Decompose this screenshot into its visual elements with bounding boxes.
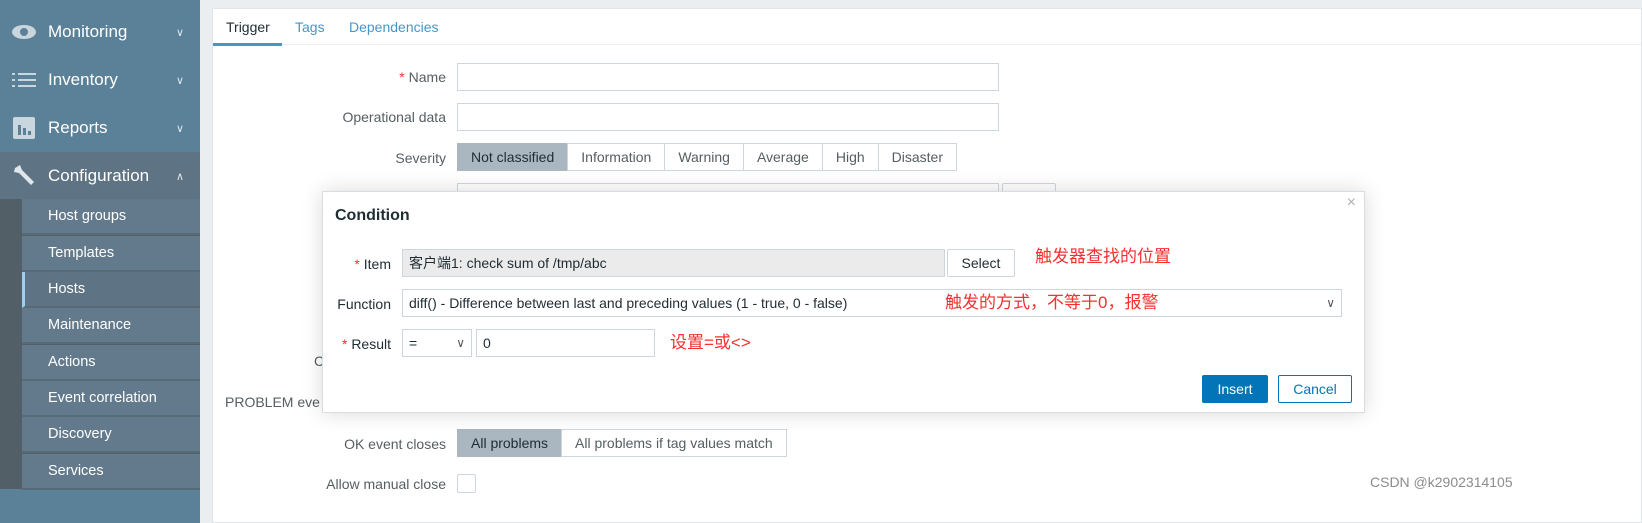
menu-reports[interactable]: Reports ∨ xyxy=(0,104,200,152)
bar-chart-icon xyxy=(0,117,48,139)
result-label: * Result xyxy=(341,336,391,352)
severity-selector: Not classified Information Warning Avera… xyxy=(457,143,957,171)
allow-manual-close-label: Allow manual close xyxy=(326,476,446,492)
annotation-item: 触发器查找的位置 xyxy=(1035,247,1171,266)
name-label: * Name xyxy=(399,69,446,85)
chevron-down-icon: ∨ xyxy=(175,26,184,39)
item-input[interactable]: 客户端1: check sum of /tmp/abc xyxy=(402,249,945,277)
tab-tags[interactable]: Tags xyxy=(295,19,325,35)
result-operator-select[interactable]: = ∨ xyxy=(402,329,472,357)
close-icon[interactable]: × xyxy=(1347,194,1356,212)
insert-button[interactable]: Insert xyxy=(1202,375,1268,403)
operational-data-label: Operational data xyxy=(342,109,446,125)
allow-manual-close-checkbox[interactable] xyxy=(457,474,476,493)
name-input[interactable] xyxy=(457,63,999,91)
list-icon xyxy=(0,73,48,87)
sidebar-item-templates[interactable]: Templates xyxy=(22,236,200,272)
watermark: CSDN @k2902314105 xyxy=(1370,474,1513,490)
severity-disaster[interactable]: Disaster xyxy=(877,143,957,171)
sidebar-item-discovery[interactable]: Discovery xyxy=(22,417,200,453)
problem-event-label: PROBLEM eve xyxy=(225,394,320,410)
chevron-down-icon: ∨ xyxy=(175,74,184,87)
result-value-input[interactable]: 0 xyxy=(476,329,655,357)
menu-configuration[interactable]: Configuration ∧ xyxy=(0,152,200,200)
severity-warning[interactable]: Warning xyxy=(664,143,744,171)
sidebar-item-host-groups[interactable]: Host groups xyxy=(22,199,200,235)
annotation-result: 设置=或<> xyxy=(670,333,751,352)
menu-inventory[interactable]: Inventory ∨ xyxy=(0,56,200,104)
tab-bar: Trigger Tags Dependencies xyxy=(213,9,1641,46)
tab-trigger[interactable]: Trigger xyxy=(226,19,270,35)
option-all-problems[interactable]: All problems xyxy=(457,429,563,457)
sidebar-item-actions[interactable]: Actions xyxy=(22,345,200,381)
chevron-up-icon: ∧ xyxy=(175,170,184,183)
sidebar-item-services[interactable]: Services xyxy=(22,454,200,490)
severity-not-classified[interactable]: Not classified xyxy=(457,143,569,171)
sidebar-item-event-correlation[interactable]: Event correlation xyxy=(22,381,200,417)
chevron-down-icon: ∨ xyxy=(175,122,184,135)
ok-event-closes-selector: All problems All problems if tag values … xyxy=(457,429,787,457)
chevron-down-icon: ∨ xyxy=(1326,296,1335,310)
sidebar-item-hosts[interactable]: Hosts xyxy=(22,272,200,308)
chevron-down-icon: ∨ xyxy=(456,336,465,350)
function-select[interactable]: diff() - Difference between last and pre… xyxy=(402,289,1342,317)
sidebar: Monitoring ∨ Inventory ∨ Reports ∨ Configur… xyxy=(0,0,200,523)
operational-data-input[interactable] xyxy=(457,103,999,131)
cancel-button[interactable]: Cancel xyxy=(1278,375,1352,403)
condition-dialog: Condition × * Item 客户端1: check sum of /t… xyxy=(322,191,1365,413)
eye-icon xyxy=(0,24,48,40)
function-label: Function xyxy=(337,296,391,312)
active-tab-indicator xyxy=(213,43,282,46)
severity-label: Severity xyxy=(395,150,446,166)
option-tag-values-match[interactable]: All problems if tag values match xyxy=(561,429,787,457)
annotation-function: 触发的方式，不等于0，报警 xyxy=(945,293,1159,312)
wrench-icon xyxy=(0,164,48,188)
ok-event-closes-label: OK event closes xyxy=(344,436,446,452)
severity-average[interactable]: Average xyxy=(742,143,823,171)
sidebar-item-maintenance[interactable]: Maintenance xyxy=(22,308,200,344)
select-button[interactable]: Select xyxy=(947,249,1015,277)
severity-high[interactable]: High xyxy=(821,143,879,171)
severity-information[interactable]: Information xyxy=(567,143,666,171)
menu-monitoring[interactable]: Monitoring ∨ xyxy=(0,8,200,56)
item-label: * Item xyxy=(354,256,391,272)
tab-dependencies[interactable]: Dependencies xyxy=(349,19,439,35)
dialog-title: Condition xyxy=(335,207,410,224)
